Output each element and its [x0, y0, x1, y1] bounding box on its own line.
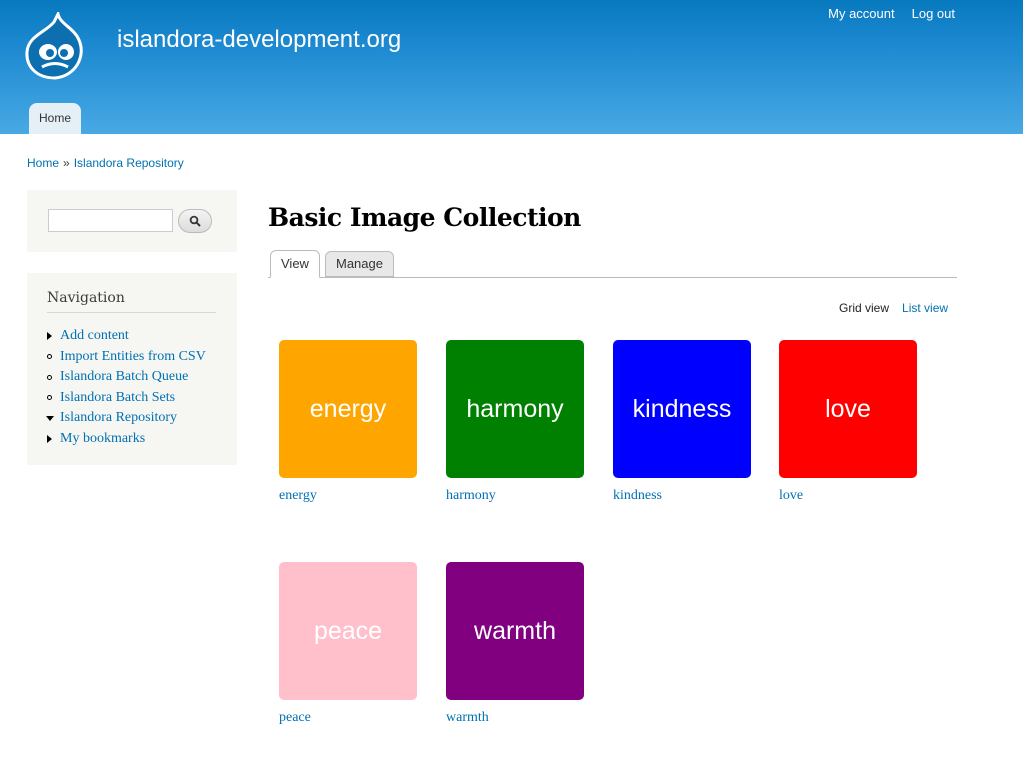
nav-link[interactable]: Islandora Repository: [60, 410, 177, 426]
thumbnail-text: harmony: [466, 394, 564, 423]
thumbnail-image[interactable]: love: [779, 340, 917, 478]
item-title-link[interactable]: warmth: [446, 710, 586, 726]
breadcrumb-repository-link[interactable]: Islandora Repository: [74, 156, 184, 170]
search-button[interactable]: [178, 209, 212, 233]
nav-item-islandora-repository: Islandora Repository: [45, 408, 206, 429]
site-header: islandora-development.org My account Log…: [0, 0, 1023, 134]
nav-item-my-bookmarks: My bookmarks: [47, 429, 206, 450]
thumbnail-text: peace: [313, 616, 383, 645]
list-view-link[interactable]: List view: [902, 301, 948, 315]
thumbnail-image[interactable]: harmony: [446, 340, 584, 478]
search-input[interactable]: [48, 209, 173, 232]
gallery-item: kindness kindness: [613, 340, 753, 504]
breadcrumb-home-link[interactable]: Home: [27, 156, 59, 170]
thumbnail-image[interactable]: peace: [279, 562, 417, 700]
thumbnail-text: kindness: [632, 394, 732, 423]
nav-link[interactable]: My bookmarks: [60, 431, 145, 447]
nav-item-batch-sets: Islandora Batch Sets: [47, 388, 206, 409]
log-out-link[interactable]: Log out: [912, 6, 955, 21]
nav-link[interactable]: Import Entities from CSV: [60, 349, 206, 365]
main-menu-home-tab[interactable]: Home: [29, 103, 82, 134]
leaf-bullet-icon: [47, 354, 52, 360]
content-tabs: View Manage: [268, 250, 957, 278]
thumbnail-image[interactable]: warmth: [446, 562, 584, 700]
tab-view[interactable]: View: [270, 250, 320, 278]
grid-view-label: Grid view: [839, 301, 890, 315]
nav-link[interactable]: Add content: [60, 328, 129, 344]
page-title: Basic Image Collection: [268, 203, 581, 232]
gallery-item: warmth warmth: [446, 562, 586, 726]
navigation-list: Add content Import Entities from CSV Isl…: [45, 326, 206, 450]
gallery-item: love love: [779, 340, 919, 504]
thumbnail-text: warmth: [474, 616, 556, 645]
nav-link[interactable]: Islandora Batch Sets: [60, 390, 175, 406]
breadcrumb: Home » Islandora Repository: [27, 156, 184, 170]
secondary-menu: My account Log out: [828, 6, 955, 21]
thumbnail-image[interactable]: energy: [279, 340, 417, 478]
item-title-link[interactable]: peace: [279, 710, 419, 726]
thumbnail-text: love: [825, 394, 871, 423]
gallery-item: energy energy: [279, 340, 419, 504]
site-name[interactable]: islandora-development.org: [117, 26, 401, 54]
nav-item-add-content: Add content: [47, 326, 206, 347]
main-menu: Home: [29, 103, 82, 134]
leaf-bullet-icon: [47, 395, 52, 401]
collapsed-arrow-icon: [47, 434, 52, 443]
collapsed-arrow-icon: [47, 332, 52, 341]
search-block: [27, 190, 237, 252]
gallery-item: harmony harmony: [446, 340, 586, 504]
drupal-logo-icon[interactable]: [24, 12, 86, 80]
gallery-item: peace peace: [279, 562, 419, 726]
item-title-link[interactable]: kindness: [613, 488, 753, 504]
item-title-link[interactable]: energy: [279, 488, 419, 504]
navigation-block: Navigation Add content Import Entities f…: [27, 273, 237, 465]
thumbnail-text: energy: [309, 394, 387, 423]
leaf-bullet-icon: [47, 374, 52, 380]
nav-link[interactable]: Islandora Batch Queue: [60, 369, 188, 385]
expanded-arrow-icon: [45, 415, 54, 421]
item-title-link[interactable]: love: [779, 488, 919, 504]
view-mode-switch: Grid view List view: [839, 301, 948, 315]
nav-item-import-entities: Import Entities from CSV: [47, 347, 206, 368]
my-account-link[interactable]: My account: [828, 6, 894, 21]
thumbnail-image[interactable]: kindness: [613, 340, 751, 478]
breadcrumb-separator: »: [63, 156, 70, 170]
search-icon: [189, 215, 201, 227]
nav-item-batch-queue: Islandora Batch Queue: [47, 367, 206, 388]
tab-manage[interactable]: Manage: [325, 251, 394, 277]
navigation-title: Navigation: [47, 290, 216, 313]
item-title-link[interactable]: harmony: [446, 488, 586, 504]
